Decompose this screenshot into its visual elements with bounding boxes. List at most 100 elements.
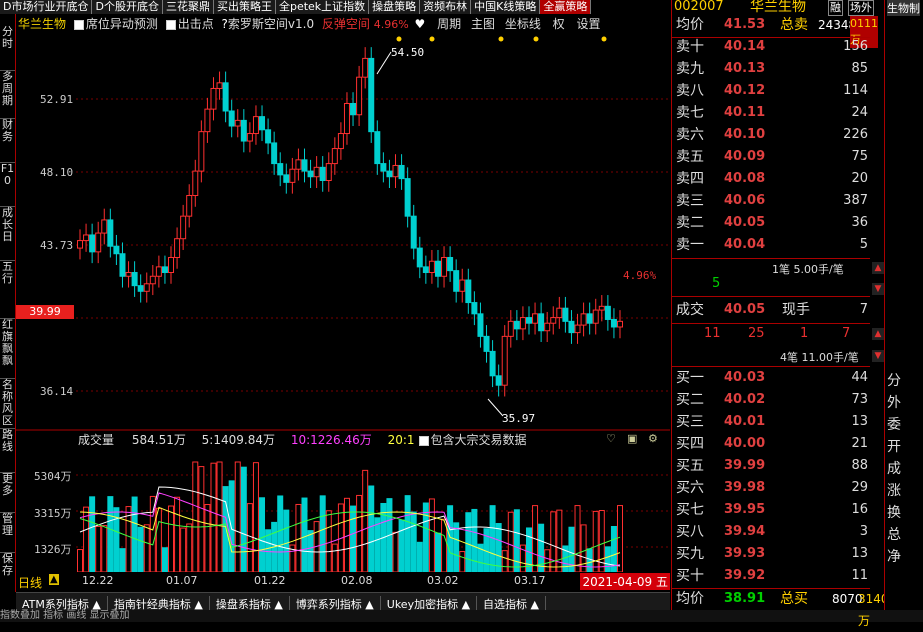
left-nav-item[interactable]: 保存 <box>0 552 15 577</box>
volume-bar <box>101 525 108 572</box>
checkbox-icon[interactable] <box>418 435 429 446</box>
sell-row[interactable]: 卖七 40.11 24 <box>672 102 870 124</box>
sell-row[interactable]: 卖一 40.04 5 <box>672 234 870 256</box>
quote-stock-name: 华兰生物 <box>750 0 806 15</box>
menu-period[interactable]: 周期 <box>437 17 461 31</box>
sell-price: 40.08 <box>724 171 766 186</box>
buy-row[interactable]: 买五 39.99 88 <box>672 455 870 477</box>
volume-bar <box>374 517 381 572</box>
candle-body <box>604 305 611 320</box>
sell-row[interactable]: 卖十 40.14 156 <box>672 36 870 58</box>
strategy-tab[interactable]: 操盘策略 <box>369 0 421 14</box>
checkbox-icon[interactable] <box>73 19 84 30</box>
candle-body <box>556 307 563 319</box>
volume-bar <box>368 485 375 572</box>
candle-body <box>113 245 120 255</box>
buy-row[interactable]: 买一 40.03 44 <box>672 367 870 389</box>
sell-row[interactable]: 卖六 40.10 226 <box>672 124 870 146</box>
strategy-tab[interactable]: D个股开底仓 <box>92 0 163 14</box>
signal-pct: 4.96% <box>373 18 409 31</box>
sell-row[interactable]: 卖二 40.05 36 <box>672 212 870 234</box>
up-arrow-icon[interactable]: ▲ <box>49 574 59 585</box>
menu-main-chart[interactable]: 主图 <box>471 17 495 31</box>
period-label[interactable]: 日线 <box>18 574 42 591</box>
candle-body <box>192 170 199 197</box>
buy-vol: 3 <box>859 524 868 539</box>
strategy-tab[interactable]: 全赢策略 <box>540 0 592 14</box>
strategy-tab[interactable]: D市场行业开底仓 <box>0 0 93 14</box>
buy-row[interactable]: 买八 39.94 3 <box>672 521 870 543</box>
checkbox-icon[interactable] <box>165 19 176 30</box>
volume-ma5: 5:1409.84万 <box>201 433 275 447</box>
buy-vol: 11 <box>851 568 868 583</box>
buy-price: 40.00 <box>724 436 766 451</box>
volume-bar <box>513 509 520 572</box>
left-nav-item[interactable]: 分时 <box>0 26 15 50</box>
candle-body <box>252 116 259 135</box>
menu-right[interactable]: 权 <box>553 17 565 31</box>
buy-row[interactable]: 买六 39.98 29 <box>672 477 870 499</box>
sell-price: 40.11 <box>724 105 766 120</box>
left-nav-item[interactable]: 多周期 <box>0 70 15 107</box>
buy-row[interactable]: 买二 40.02 73 <box>672 389 870 411</box>
left-nav-item[interactable]: 财务 <box>0 118 15 143</box>
left-nav-item[interactable]: 管理 <box>0 512 15 537</box>
scroll-up-icon[interactable]: ▲ <box>872 262 884 274</box>
volume-bar <box>119 548 126 572</box>
sell-row[interactable]: 卖三 40.06 387 <box>672 190 870 212</box>
volume-bar <box>465 512 472 572</box>
strategy-tab[interactable]: 三花聚鼎 <box>162 0 214 14</box>
sell-row[interactable]: 卖四 40.08 20 <box>672 168 870 190</box>
left-nav-item[interactable]: 成长日 <box>0 206 15 243</box>
strategy-tab[interactable]: 中国K线策略 <box>471 0 541 14</box>
left-nav-item[interactable]: 名称风区 <box>0 378 15 427</box>
buy-row[interactable]: 买十 39.92 11 <box>672 565 870 587</box>
scroll-up-icon[interactable]: ▲ <box>872 328 884 340</box>
kline-chart[interactable] <box>16 14 670 572</box>
menu-settings[interactable]: 设置 <box>577 17 601 31</box>
sell-row[interactable]: 卖八 40.12 114 <box>672 80 870 102</box>
volume-bar <box>283 509 290 572</box>
sell-price: 40.12 <box>724 83 766 98</box>
side-label: 外 <box>887 395 901 411</box>
sell-price: 40.04 <box>724 237 766 252</box>
scroll-down-icon[interactable]: ▼ <box>872 350 884 362</box>
candle-body <box>289 168 296 183</box>
deal-num: 7 <box>842 326 851 341</box>
left-nav-item[interactable]: 五行 <box>0 260 15 285</box>
menu-axis[interactable]: 坐标线 <box>505 17 541 31</box>
heart-outline-icon[interactable]: ♡ <box>606 432 616 445</box>
buy-price: 39.92 <box>724 568 766 583</box>
volume-bar <box>398 519 405 572</box>
settings-icon[interactable]: ⚙ <box>648 432 658 445</box>
block-trade-option[interactable]: 包含大宗交易数据 <box>431 433 527 447</box>
strategy-tab[interactable]: 资频布林 <box>420 0 472 14</box>
volume-axis-label: 3315万 <box>34 507 72 520</box>
heart-icon[interactable]: ♥ <box>415 17 426 31</box>
sell-row[interactable]: 卖九 40.13 85 <box>672 58 870 80</box>
volume-bar <box>362 469 369 572</box>
industry-tag[interactable]: 生物制 <box>887 0 920 16</box>
volume-bar <box>471 508 478 572</box>
opt-seat-predict[interactable]: 席位异动预测 <box>86 17 158 31</box>
sell-row[interactable]: 卖五 40.09 75 <box>672 146 870 168</box>
opt-attack-point[interactable]: 出击点 <box>178 17 214 31</box>
buy-row[interactable]: 买七 39.95 16 <box>672 499 870 521</box>
left-nav-item[interactable]: 红旗飘飘 <box>0 318 15 367</box>
buy-row[interactable]: 买三 40.01 13 <box>672 411 870 433</box>
candle-body <box>198 131 205 172</box>
strategy-tab[interactable]: 买出策略王 <box>213 0 276 14</box>
strategy-tab[interactable]: 全petek上证指数 <box>275 0 370 14</box>
left-nav-item[interactable]: F10 <box>0 162 15 187</box>
candle-body <box>550 317 557 324</box>
volume-bar <box>422 502 429 572</box>
left-nav-item[interactable]: 更多 <box>0 472 15 497</box>
scroll-down-icon[interactable]: ▼ <box>872 283 884 295</box>
deal-price: 40.05 <box>724 302 766 317</box>
panel-icon[interactable]: ▣ <box>627 432 637 445</box>
left-nav-item[interactable]: 路线 <box>0 428 15 453</box>
buy-row[interactable]: 买九 39.93 13 <box>672 543 870 565</box>
buy-row[interactable]: 买四 40.00 21 <box>672 433 870 455</box>
candle-body <box>216 82 223 89</box>
buy-price: 39.94 <box>724 524 766 539</box>
